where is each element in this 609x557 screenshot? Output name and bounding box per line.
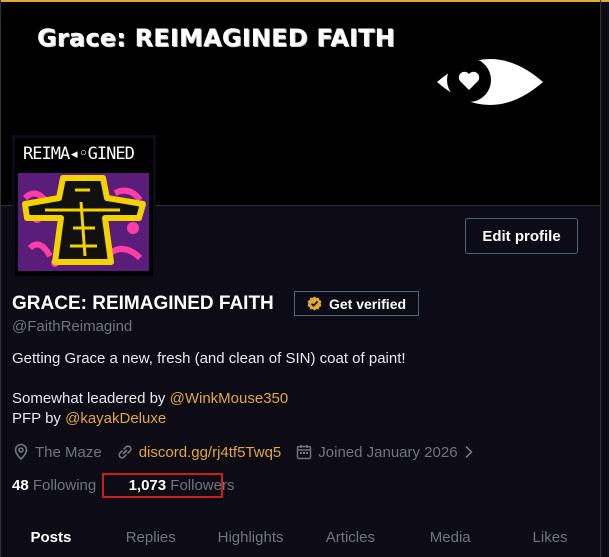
banner-title: Grace: REIMAGINED FAITH (37, 24, 396, 52)
following-label: Following (32, 477, 97, 494)
tab-replies[interactable]: Replies (101, 520, 201, 557)
tab-articles[interactable]: Articles (300, 520, 400, 557)
bio-line: PFP by @kayakDeluxe (12, 410, 167, 427)
handle: @FaithReimagind (12, 318, 133, 335)
link-icon (116, 443, 134, 461)
location-item: The Maze (12, 443, 102, 461)
right-border (600, 0, 601, 557)
profile-meta: The Maze discord.gg/rj4tf5Twq5 Joined Ja… (12, 442, 488, 462)
tab-posts[interactable]: Posts (1, 520, 101, 557)
tab-likes[interactable]: Likes (500, 520, 600, 557)
get-verified-button[interactable]: Get verified (294, 291, 419, 316)
calendar-icon (295, 443, 313, 461)
mention-link[interactable]: @kayakDeluxe (65, 410, 166, 427)
chevron-right-icon[interactable] (464, 445, 474, 459)
display-name: GRACE: REIMAGINED FAITH (12, 293, 274, 314)
joined-text: Joined January 2026 (318, 443, 458, 461)
mention-link[interactable]: @WinkMouse350 (170, 390, 289, 407)
joined-item: Joined January 2026 (295, 443, 473, 461)
bio: Getting Grace a new, fresh (and clean of… (12, 349, 406, 429)
following-count: 48 (12, 477, 29, 494)
eye-icon (437, 58, 543, 105)
tab-highlights[interactable]: Highlights (201, 520, 301, 557)
verified-badge-icon (307, 296, 322, 311)
website-item[interactable]: discord.gg/rj4tf5Twq5 (116, 443, 282, 461)
get-verified-label: Get verified (329, 295, 407, 312)
avatar[interactable]: REIMA◂◦GINED (12, 135, 156, 279)
bio-line: Somewhat leadered by @WinkMouse350 (12, 390, 289, 407)
bio-line: Getting Grace a new, fresh (and clean of… (12, 350, 406, 367)
location-text: The Maze (35, 443, 102, 461)
edit-profile-button[interactable]: Edit profile (465, 218, 578, 254)
followers-highlight-box (102, 473, 223, 498)
tab-media[interactable]: Media (400, 520, 500, 557)
following-stat[interactable]: 48 Following (12, 477, 96, 494)
profile-tabs: Posts Replies Highlights Articles Media … (1, 520, 600, 557)
website-link[interactable]: discord.gg/rj4tf5Twq5 (139, 444, 282, 461)
location-icon (12, 443, 30, 461)
avatar-artwork (18, 173, 149, 271)
